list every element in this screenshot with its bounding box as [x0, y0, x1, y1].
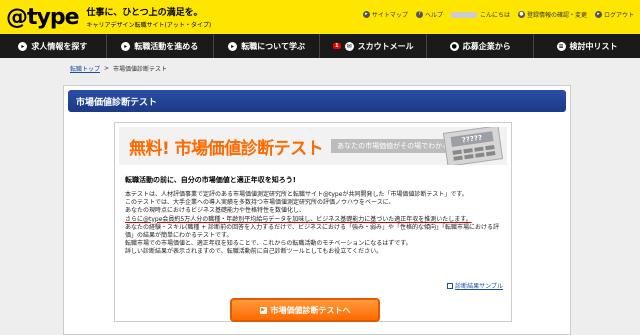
breadcrumb-home-link[interactable]: 転職トップ	[70, 64, 100, 73]
description-line: 詳しい診断結果が表示されますので、転職活動前に自己診断ツールとしてもお役立てくだ…	[125, 248, 383, 256]
nav-scout-mail[interactable]: 1 ✉ スカウトメール	[320, 34, 428, 58]
header-links: ▸ サイトマップ ? ヘルプ こんにちは ● 登録情報の確認・変更 ▸ ログアウ…	[362, 10, 634, 19]
nav-label: 応募企業から	[462, 41, 511, 51]
sample-label: 診断結果サンプル	[455, 283, 503, 290]
promo-box: 無料! 市場価値診断テスト あなたの市場価値がその場でわかる ????? 転職活…	[114, 122, 512, 322]
banner-title: 無料! 市場価値診断テスト	[129, 138, 324, 159]
account-label: 登録情報の確認・変更	[526, 12, 587, 19]
sitemap-link[interactable]: ▸ サイトマップ	[362, 10, 408, 19]
account-link[interactable]: ● 登録情報の確認・変更	[517, 10, 587, 19]
window-icon	[447, 282, 454, 289]
logout-icon: ▸	[594, 11, 602, 18]
help-icon: ?	[415, 11, 423, 18]
nav-label: 転職活動を進める	[134, 41, 199, 51]
global-nav: ▸ 求人情報を探す ▸ 転職活動を進める ▸ 転職について学ぶ 1 ✉ スカウト…	[0, 34, 640, 58]
calculator-screen: ?????	[450, 131, 494, 147]
search-icon: ▸	[18, 41, 28, 51]
nav-label: スカウトメール	[357, 41, 414, 51]
lead-text: 転職活動の前に、自分の市場価値と適正年収を知ろう!	[125, 176, 296, 184]
book-icon: ▸	[228, 41, 238, 51]
calculator-keys	[452, 145, 496, 161]
cta-label: 市場価値診断テストへ	[270, 305, 351, 315]
tagline-main: 仕事に、ひとつ上の満足を。	[86, 8, 203, 18]
tagline-sub: キャリアデザイン転職サイト(アット・タイプ)	[86, 22, 212, 29]
main-panel: 市場価値診断テスト 無料! 市場価値診断テスト あなたの市場価値がその場でわかる…	[63, 85, 571, 335]
type-logo[interactable]: @type	[6, 5, 80, 30]
nav-search-jobs[interactable]: ▸ 求人情報を探す	[0, 34, 107, 58]
sitemap-label: サイトマップ	[371, 12, 408, 19]
tagline: 仕事に、ひとつ上の満足を。 キャリアデザイン転職サイト(アット・タイプ)	[87, 5, 212, 29]
people-icon: ●	[449, 41, 459, 51]
calculator-icon: ?????	[442, 127, 504, 165]
nav-learn[interactable]: ▸ 転職について学ぶ	[214, 34, 321, 58]
highlighted-line: さらに@type会員約5万人分の職種・年齢別平均給与データを加味し、ビジネス基礎…	[125, 215, 472, 223]
site-header: @type 仕事に、ひとつ上の満足を。 キャリアデザイン転職サイト(アット・タイ…	[0, 0, 640, 34]
play-icon: ▶	[259, 306, 267, 314]
breadcrumb-separator: >	[104, 64, 110, 72]
help-label: ヘルプ	[424, 12, 443, 19]
scout-badge: 1	[333, 43, 341, 49]
logout-link[interactable]: ▸ ログアウト	[594, 10, 634, 19]
description-line: あなたの現時点におけるビジネス基礎能力や性格特性を数値化し、	[125, 207, 306, 215]
page-title: 市場価値診断テスト	[68, 90, 566, 112]
nav-from-companies[interactable]: ● 応募企業から	[427, 34, 535, 58]
breadcrumb-current: 市場価値診断テスト	[113, 65, 168, 73]
description-line: あなたの経験・スキル(職種 + 診断前の回答を入力するだけで、ビジネスにおける「…	[125, 223, 499, 240]
nav-job-activity[interactable]: ▸ 転職活動を進める	[107, 34, 214, 58]
greeting: こんにちは	[450, 10, 510, 19]
nav-label: 検討中リスト	[569, 41, 618, 51]
user-name-redacted	[450, 11, 477, 18]
help-link[interactable]: ? ヘルプ	[415, 10, 443, 19]
banner-subtitle: あなたの市場価値がその場でわかる	[331, 139, 456, 153]
promo-banner: 無料! 市場価値診断テスト あなたの市場価値がその場でわかる ?????	[119, 127, 507, 165]
gear-icon: ●	[517, 11, 525, 18]
sitemap-icon: ▸	[362, 11, 370, 18]
sample-result-link[interactable]: 診断結果サンプル	[447, 281, 503, 290]
nav-label: 転職について学ぶ	[241, 41, 305, 51]
greeting-text: こんにちは	[479, 12, 510, 19]
list-icon: ≡	[556, 41, 566, 51]
logout-label: ログアウト	[603, 12, 634, 19]
nav-label: 求人情報を探す	[31, 41, 88, 51]
breadcrumb: 転職トップ > 市場価値診断テスト	[0, 58, 640, 78]
description-line: 本テストは、人材評価事業で定評のある市場価値測定研究所と転職サイト@typeが共…	[125, 191, 468, 198]
description-line: さらに@type会員約5万人分の職種・年齢別平均給与データを加味し、ビジネス基礎…	[125, 216, 501, 224]
start-test-button[interactable]: ▶ 市場価値診断テストへ	[230, 298, 380, 322]
arrow-icon: ▸	[121, 41, 131, 51]
nav-consider-list[interactable]: ≡ 検討中リスト	[534, 34, 640, 58]
mail-icon: ✉	[344, 41, 354, 51]
promo-content: 転職活動の前に、自分の市場価値と適正年収を知ろう! 本テストは、人材評価事業で定…	[115, 169, 511, 257]
